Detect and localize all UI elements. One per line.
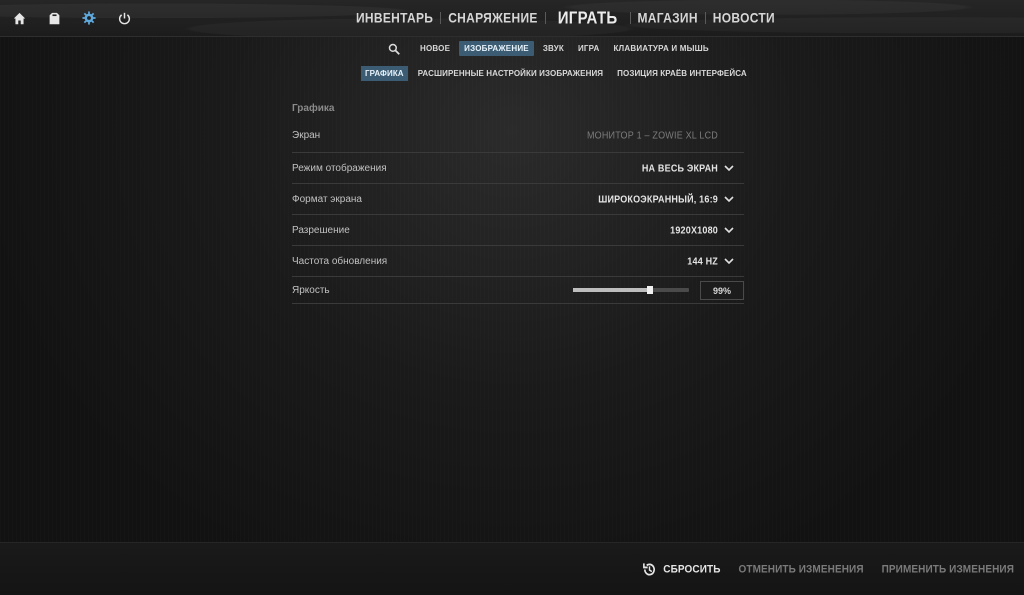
nav-store[interactable]: МАГАЗИН — [631, 10, 705, 26]
footer-bar: СБРОСИТЬ ОТМЕНИТЬ ИЗМЕНЕНИЯ ПРИМЕНИТЬ ИЗ… — [0, 542, 1024, 595]
setting-value: ШИРОКОЭКРАННЫЙ, 16:9 — [598, 193, 718, 205]
setting-row-refresh-rate: Частота обновления 144 HZ — [292, 246, 744, 277]
nav-inventory[interactable]: ИНВЕНТАРЬ — [349, 10, 440, 26]
subtab-hud-edge-position[interactable]: ПОЗИЦИЯ КРАЁВ ИНТЕРФЕЙСА — [613, 66, 751, 81]
home-icon[interactable] — [10, 9, 28, 27]
brightness-slider-fill — [573, 288, 650, 292]
setting-value: НА ВЕСЬ ЭКРАН — [641, 162, 718, 174]
tab-new[interactable]: НОВОЕ — [415, 41, 455, 56]
chevron-down-icon — [724, 227, 734, 234]
inventory-icon[interactable] — [45, 9, 63, 27]
setting-label: Режим отображения — [292, 162, 387, 174]
tab-video[interactable]: ИЗОБРАЖЕНИЕ — [459, 41, 534, 56]
chevron-down-icon — [724, 165, 734, 172]
settings-icon[interactable] — [80, 9, 98, 27]
setting-row-resolution: Разрешение 1920X1080 — [292, 215, 744, 246]
apply-changes-button[interactable]: ПРИМЕНИТЬ ИЗМЕНЕНИЯ — [882, 563, 1014, 575]
apply-label: ПРИМЕНИТЬ ИЗМЕНЕНИЯ — [881, 563, 1014, 576]
nav-play[interactable]: ИГРАТЬ — [546, 8, 630, 28]
brightness-slider-handle[interactable] — [646, 286, 653, 294]
power-icon[interactable] — [115, 9, 133, 27]
tab-keyboard-mouse[interactable]: КЛАВИАТУРА И МЫШЬ — [608, 41, 713, 56]
subtab-graphics[interactable]: ГРАФИКА — [361, 65, 408, 81]
top-bar: ИНВЕНТАРЬ СНАРЯЖЕНИЕ ИГРАТЬ МАГАЗИН НОВО… — [0, 0, 1024, 37]
reset-button[interactable]: СБРОСИТЬ — [642, 561, 720, 578]
discard-changes-button[interactable]: ОТМЕНИТЬ ИЗМЕНЕНИЯ — [739, 563, 864, 575]
tab-audio[interactable]: ЗВУК — [538, 41, 569, 56]
reset-label: СБРОСИТЬ — [663, 563, 721, 576]
main-nav: ИНВЕНТАРЬ СНАРЯЖЕНИЕ ИГРАТЬ МАГАЗИН НОВО… — [349, 0, 782, 36]
setting-label: Формат экрана — [292, 193, 362, 205]
setting-row-display-mode: Режим отображения НА ВЕСЬ ЭКРАН — [292, 153, 744, 184]
refresh-rate-dropdown[interactable]: 144 HZ — [687, 246, 734, 276]
footer-actions: СБРОСИТЬ ОТМЕНИТЬ ИЗМЕНЕНИЯ ПРИМЕНИТЬ ИЗ… — [642, 562, 1014, 577]
setting-row-aspect-ratio: Формат экрана ШИРОКОЭКРАННЫЙ, 16:9 — [292, 184, 744, 215]
setting-label: Частота обновления — [292, 255, 388, 267]
brightness-slider[interactable] — [573, 286, 689, 294]
screen-value: МОНИТОР 1 – ZOWIE XL LCD — [587, 118, 718, 152]
resolution-dropdown[interactable]: 1920X1080 — [670, 215, 734, 245]
setting-value: 144 HZ — [687, 255, 718, 267]
section-title: Графика — [292, 103, 335, 114]
chevron-down-icon — [724, 196, 734, 203]
setting-row-brightness: Яркость 99% — [292, 277, 744, 304]
discard-label: ОТМЕНИТЬ ИЗМЕНЕНИЯ — [738, 563, 864, 576]
nav-news[interactable]: НОВОСТИ — [706, 10, 782, 26]
video-subtabs: ГРАФИКА РАСШИРЕННЫЕ НАСТРОЙКИ ИЗОБРАЖЕНИ… — [361, 65, 751, 81]
brightness-input[interactable]: 99% — [700, 281, 744, 300]
setting-value: 1920X1080 — [670, 224, 718, 236]
nav-loadout[interactable]: СНАРЯЖЕНИЕ — [441, 10, 544, 26]
setting-value: МОНИТОР 1 – ZOWIE XL LCD — [586, 129, 718, 141]
display-mode-dropdown[interactable]: НА ВЕСЬ ЭКРАН — [642, 153, 734, 183]
graphics-settings-panel: Графика Экран МОНИТОР 1 – ZOWIE XL LCD Р… — [292, 100, 744, 304]
top-icon-bar — [10, 9, 133, 27]
settings-screen: ИНВЕНТАРЬ СНАРЯЖЕНИЕ ИГРАТЬ МАГАЗИН НОВО… — [0, 0, 1024, 595]
chevron-down-icon — [724, 258, 734, 265]
aspect-ratio-dropdown[interactable]: ШИРОКОЭКРАННЫЙ, 16:9 — [598, 184, 734, 214]
setting-label: Экран — [292, 129, 321, 141]
tab-game[interactable]: ИГРА — [573, 41, 605, 56]
setting-label: Разрешение — [292, 224, 350, 236]
reset-icon — [643, 563, 656, 576]
setting-label: Яркость — [292, 284, 330, 296]
subtab-advanced-video[interactable]: РАСШИРЕННЫЕ НАСТРОЙКИ ИЗОБРАЖЕНИЯ — [414, 66, 607, 81]
setting-row-screen: Экран МОНИТОР 1 – ZOWIE XL LCD — [292, 118, 744, 153]
settings-tabs: НОВОЕ ИЗОБРАЖЕНИЕ ЗВУК ИГРА КЛАВИАТУРА И… — [387, 40, 714, 57]
search-icon[interactable] — [387, 42, 401, 56]
